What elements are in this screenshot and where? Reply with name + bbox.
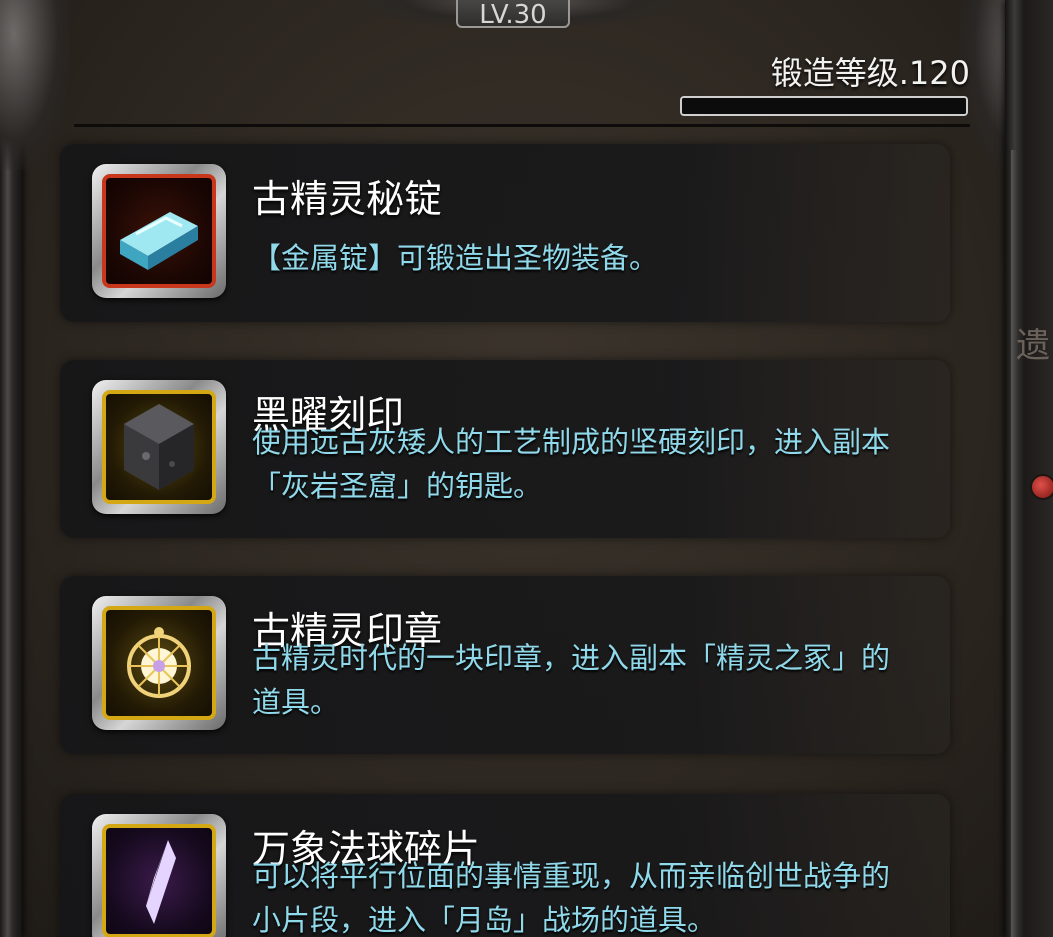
forge-progress-fill (682, 98, 966, 114)
item-description: 【金属锭】可锻造出圣物装备。 (252, 241, 659, 275)
list-item[interactable]: 万象法球碎片 可以将平行位面的事情重现，从而亲临创世战争的小片段，进入「月岛」战… (60, 794, 950, 937)
header-divider (74, 124, 970, 127)
elven-emblem-icon (102, 606, 216, 720)
item-icon-frame[interactable] (92, 380, 226, 514)
item-icon-frame[interactable] (92, 596, 226, 730)
level-badge: LV.30 (456, 0, 570, 30)
side-tab-label[interactable]: 遗 (1013, 318, 1053, 367)
list-item[interactable]: 古精灵秘锭 【金属锭】可锻造出圣物装备。 (60, 144, 950, 322)
item-description: 使用远古灰矮人的工艺制成的坚硬刻印，进入副本「灰岩圣窟」的钥匙。 (252, 425, 891, 503)
item-icon-frame[interactable] (92, 164, 226, 298)
list-item[interactable]: 黑曜刻印 使用远古灰矮人的工艺制成的坚硬刻印，进入副本「灰岩圣窟」的钥匙。 (60, 360, 950, 538)
forge-level-label: 锻造等级.120 (770, 54, 970, 92)
list-item[interactable]: 古精灵印章 古精灵时代的一块印章，进入副本「精灵之冢」的道具。 (60, 576, 950, 754)
inventory-panel: 遗 LV.30 锻造等级.120 古精灵秘锭 【金属锭】可锻造出圣物装备。 黑曜… (0, 0, 1053, 937)
right-frame-border (1005, 0, 1053, 937)
item-name: 古精灵秘锭 (252, 177, 443, 221)
top-left-ornament (0, 0, 70, 170)
notification-dot-icon (1030, 474, 1053, 500)
item-icon-frame[interactable] (92, 814, 226, 937)
item-description: 可以将平行位面的事情重现，从而亲临创世战争的小片段，进入「月岛」战场的道具。 (252, 859, 891, 937)
obsidian-seal-icon (102, 390, 216, 504)
forge-progress-bar (680, 96, 968, 116)
crystal-shard-icon (102, 824, 216, 937)
ingot-icon (102, 174, 216, 288)
right-rail (1011, 150, 1019, 937)
item-description: 古精灵时代的一块印章，进入副本「精灵之冢」的道具。 (252, 641, 891, 719)
